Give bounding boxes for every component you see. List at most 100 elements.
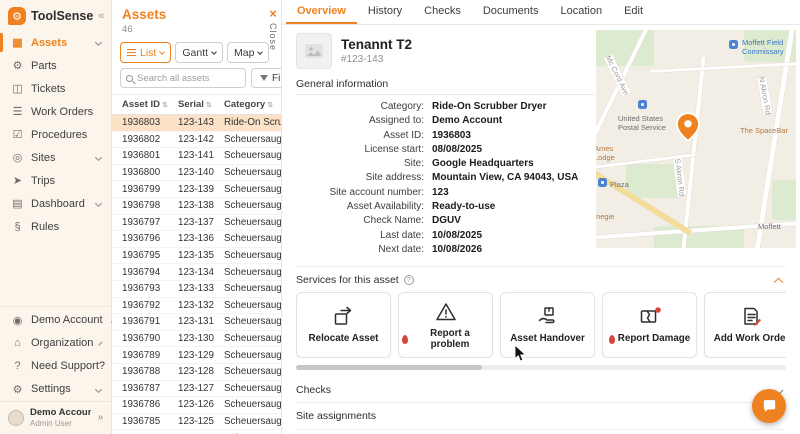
sidebar-item-procedures[interactable]: ☑Procedures xyxy=(0,123,111,146)
info-row: Last date:10/08/2025 xyxy=(296,229,596,243)
table-row[interactable]: 1936802123-142Scheuersaugmaschine xyxy=(112,132,281,149)
view-toggle-list[interactable]: List xyxy=(120,42,171,63)
table-row[interactable]: 1936786123-126Scheuersaugmaschine xyxy=(112,397,281,414)
chevron-down-icon xyxy=(258,49,264,55)
tab-location[interactable]: Location xyxy=(549,0,613,24)
support-icon: ? xyxy=(11,360,24,372)
service-card-add-work-order[interactable]: Add Work Order xyxy=(704,292,786,358)
section-checks[interactable]: Checks xyxy=(296,380,786,403)
table-row[interactable]: 1936797123-137Scheuersaugmaschine xyxy=(112,215,281,232)
field-value: 08/08/2025 xyxy=(432,143,482,157)
cell-serial: 123-125 xyxy=(178,416,224,427)
table-row[interactable]: 1936790123-130Scheuersaugmaschine xyxy=(112,331,281,348)
chat-bubble-icon xyxy=(761,398,778,415)
field-label: Site address: xyxy=(296,171,432,185)
toolsense-logo-icon: ⚙ xyxy=(8,7,26,25)
cell-asset-id: 1936802 xyxy=(122,134,178,145)
sidebar-item-dashboard[interactable]: ▤Dashboard xyxy=(0,192,111,215)
table-row[interactable]: 1936791123-131Scheuersaugmaschine xyxy=(112,314,281,331)
sidebar-item-parts[interactable]: ⚙Parts xyxy=(0,54,111,77)
asset-image xyxy=(296,33,332,69)
view-toggle-gantt[interactable]: Gantt xyxy=(175,42,223,63)
sidebar-item-label: Need Support? xyxy=(31,360,105,372)
sidebar-item-organization[interactable]: ⌂Organization xyxy=(0,332,111,355)
table-row[interactable]: 1936795123-135Scheuersaugmaschine xyxy=(112,248,281,265)
sidebar-collapse-button[interactable]: « xyxy=(98,10,104,22)
table-row[interactable]: 1936801123-141Scheuersaugmaschine xyxy=(112,148,281,165)
search-input[interactable] xyxy=(137,73,240,84)
collapse-section-icon[interactable] xyxy=(774,277,784,287)
sidebar-item-settings[interactable]: ⚙Settings xyxy=(0,378,111,401)
close-panel-button[interactable]: × Close xyxy=(268,7,278,51)
tab-history[interactable]: History xyxy=(357,0,413,24)
cell-category: Scheuersaugmaschine xyxy=(224,300,281,311)
map-label: Moffett xyxy=(758,222,781,231)
table-row[interactable]: 1936792123-132Scheuersaugmaschine xyxy=(112,298,281,315)
table-row[interactable]: 1936784123-124Scheuersaugmaschine xyxy=(112,430,281,434)
sidebar-item-trips[interactable]: ➤Trips xyxy=(0,169,111,192)
sidebar-item-assets[interactable]: ▦Assets xyxy=(0,31,111,54)
tab-documents[interactable]: Documents xyxy=(472,0,550,24)
service-card-asset-handover[interactable]: Asset Handover xyxy=(500,292,595,358)
field-label: Check Name: xyxy=(296,214,432,228)
chat-button[interactable] xyxy=(752,389,786,423)
service-card-relocate-asset[interactable]: Relocate Asset xyxy=(296,292,391,358)
service-card-label: Relocate Asset xyxy=(306,334,382,345)
cell-serial: 123-130 xyxy=(178,333,224,344)
chevron-down-icon xyxy=(95,200,102,207)
map-location-pin-icon[interactable] xyxy=(676,112,700,147)
table-row[interactable]: 1936799123-139Scheuersaugmaschine xyxy=(112,181,281,198)
service-card-label: Asset Handover xyxy=(507,334,588,345)
user-menu[interactable]: Demo Account ts Admin User » xyxy=(0,401,111,434)
info-row: Asset ID:1936803 xyxy=(296,129,596,143)
table-row[interactable]: 1936798123-138Scheuersaugmaschine xyxy=(112,198,281,215)
info-row: License start:08/08/2025 xyxy=(296,143,596,157)
tab-checks[interactable]: Checks xyxy=(413,0,472,24)
table-row[interactable]: 1936803123-143Ride-On Scrubber Dryer xyxy=(112,115,281,132)
cell-category: Scheuersaugmaschine xyxy=(224,267,281,278)
service-card-report-damage[interactable]: Report Damage xyxy=(602,292,697,358)
tickets-icon: ◫ xyxy=(11,82,24,95)
column-header-asset-id[interactable]: Asset ID⇅ xyxy=(122,99,178,110)
relocate-asset-icon xyxy=(332,305,356,329)
sidebar-item-demo-account[interactable]: ◉Demo Account↗ xyxy=(0,309,111,332)
table-row[interactable]: 1936789123-129Scheuersaugmaschine xyxy=(112,347,281,364)
sidebar-item-tickets[interactable]: ◫Tickets xyxy=(0,77,111,100)
horizontal-scrollbar[interactable] xyxy=(296,365,786,370)
sidebar-bottom-nav: ◉Demo Account↗⌂Organization? Need Support… xyxy=(0,306,111,401)
sort-icon: ⇅ xyxy=(206,101,212,109)
map-park-area xyxy=(626,164,678,198)
field-value: Google Headquarters xyxy=(432,157,534,171)
cell-serial: 123-139 xyxy=(178,184,224,195)
table-row[interactable]: 1936787123-127Scheuersaugmaschine xyxy=(112,381,281,398)
sidebar-item-sites[interactable]: ◎Sites xyxy=(0,146,111,169)
filter-button[interactable]: Filter xyxy=(251,68,282,88)
tab-edit[interactable]: Edit xyxy=(613,0,654,24)
logout-icon[interactable]: » xyxy=(97,412,103,423)
search-box[interactable] xyxy=(120,68,246,88)
table-row[interactable]: 1936796123-136Scheuersaugmaschine xyxy=(112,231,281,248)
service-card-label: Report a problem xyxy=(399,329,492,351)
service-card-report-a-problem[interactable]: Report a problem xyxy=(398,292,493,358)
sidebar-item-work-orders[interactable]: ☰Work Orders xyxy=(0,100,111,123)
sidebar-item-need-support[interactable]: ? Need Support? xyxy=(0,355,111,378)
table-row[interactable]: 1936793123-133Scheuersaugmaschine xyxy=(112,281,281,298)
settings-icon: ⚙ xyxy=(11,383,24,396)
table-row[interactable]: 1936800123-140Scheuersaugmaschine xyxy=(112,165,281,182)
field-label: License start: xyxy=(296,143,432,157)
sidebar-item-rules[interactable]: §Rules xyxy=(0,215,111,238)
cell-serial: 123-141 xyxy=(178,150,224,161)
tab-overview[interactable]: Overview xyxy=(286,0,357,24)
table-row[interactable]: 1936785123-125Scheuersaugmaschine xyxy=(112,414,281,431)
info-row: Site:Google Headquarters xyxy=(296,157,596,171)
sort-icon: ⇅ xyxy=(267,101,273,109)
cell-serial: 123-135 xyxy=(178,250,224,261)
view-toggle-map[interactable]: Map xyxy=(227,42,269,63)
table-row[interactable]: 1936788123-128Scheuersaugmaschine xyxy=(112,364,281,381)
table-row[interactable]: 1936794123-134Scheuersaugmaschine xyxy=(112,264,281,281)
help-icon[interactable]: ? xyxy=(404,275,414,285)
scrollbar-thumb[interactable] xyxy=(296,365,482,370)
column-header-serial[interactable]: Serial⇅ xyxy=(178,99,224,110)
map[interactable]: Moffett FieldCommissaryUnited StatesPost… xyxy=(596,30,796,248)
column-header-category[interactable]: Category⇅ xyxy=(224,99,281,110)
